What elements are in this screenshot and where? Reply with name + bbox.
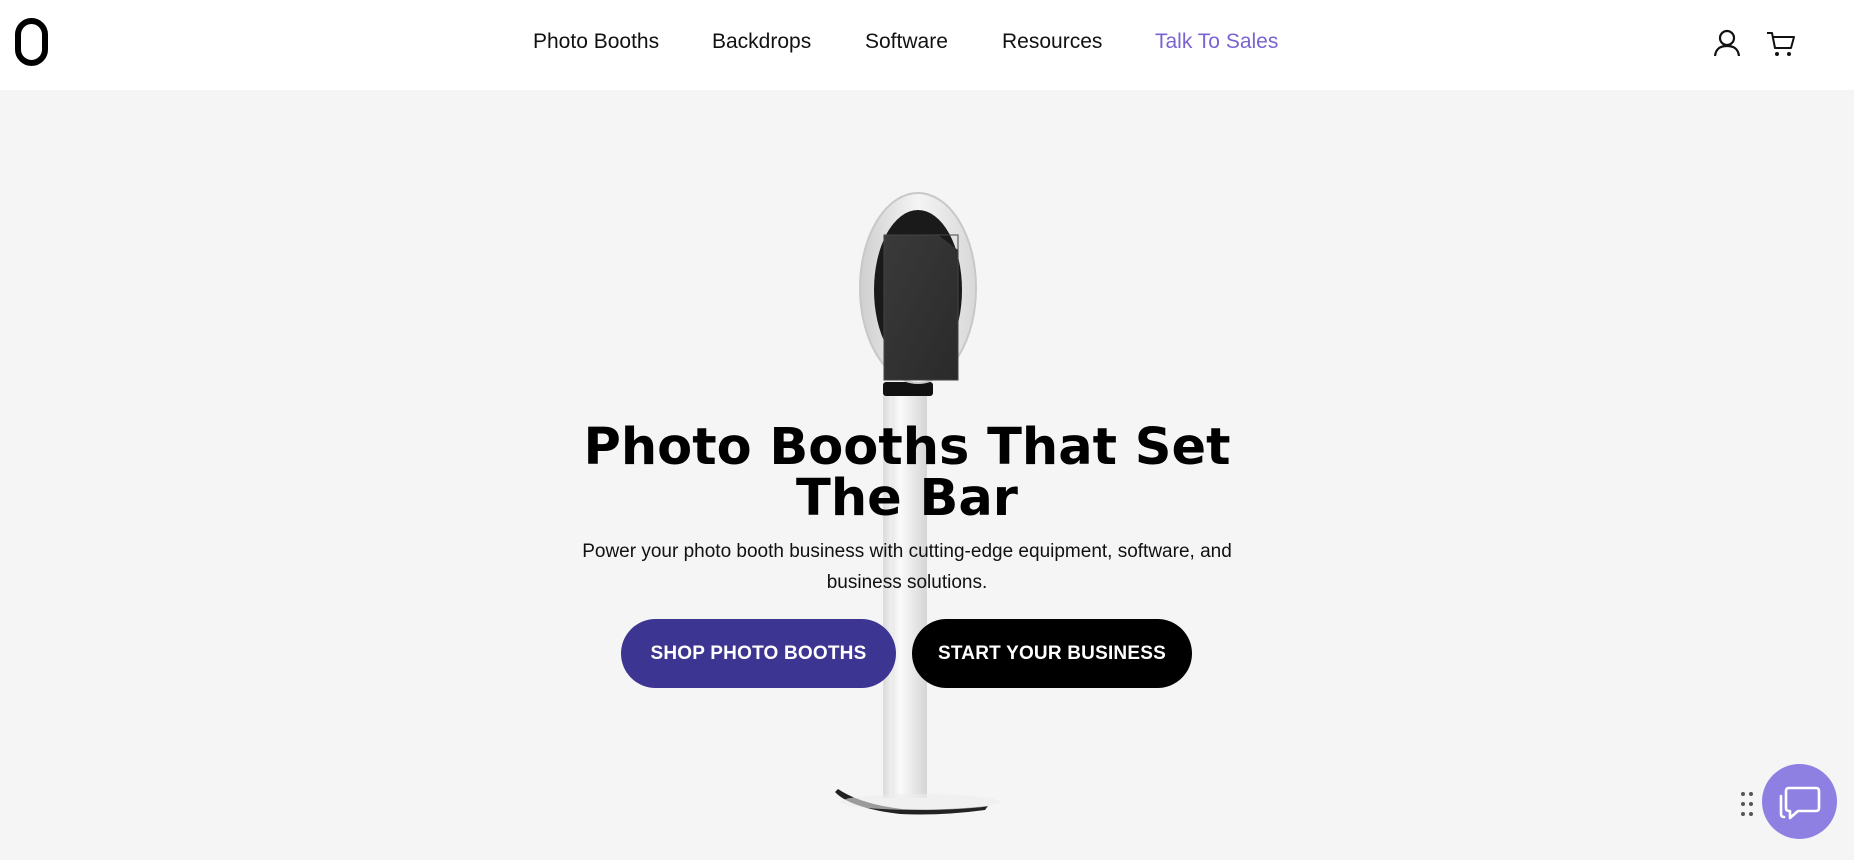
nav-resources[interactable]: Resources — [1002, 30, 1102, 54]
start-your-business-button[interactable]: START YOUR BUSINESS — [912, 619, 1192, 688]
drag-handle-icon[interactable] — [1740, 790, 1754, 818]
main-nav: Photo Booths Backdrops Software Resource… — [0, 0, 1854, 90]
cart-icon[interactable] — [1765, 27, 1797, 59]
nav-photo-booths[interactable]: Photo Booths — [533, 30, 659, 54]
hero-section: Photo Booths That Set The Bar Power your… — [0, 90, 1854, 843]
nav-backdrops[interactable]: Backdrops — [712, 30, 811, 54]
hero-subtitle: Power your photo booth business with cut… — [582, 541, 1232, 593]
nav-talk-to-sales[interactable]: Talk To Sales — [1155, 30, 1278, 54]
account-icon[interactable] — [1711, 27, 1743, 59]
shop-photo-booths-button[interactable]: SHOP PHOTO BOOTHS — [621, 619, 896, 688]
hero-title: Photo Booths That Set The Bar — [583, 418, 1231, 528]
chat-icon — [1779, 786, 1821, 820]
top-navigation-bar: Photo Booths Backdrops Software Resource… — [0, 0, 1854, 90]
chat-button[interactable] — [1762, 764, 1837, 839]
nav-software[interactable]: Software — [865, 30, 948, 54]
